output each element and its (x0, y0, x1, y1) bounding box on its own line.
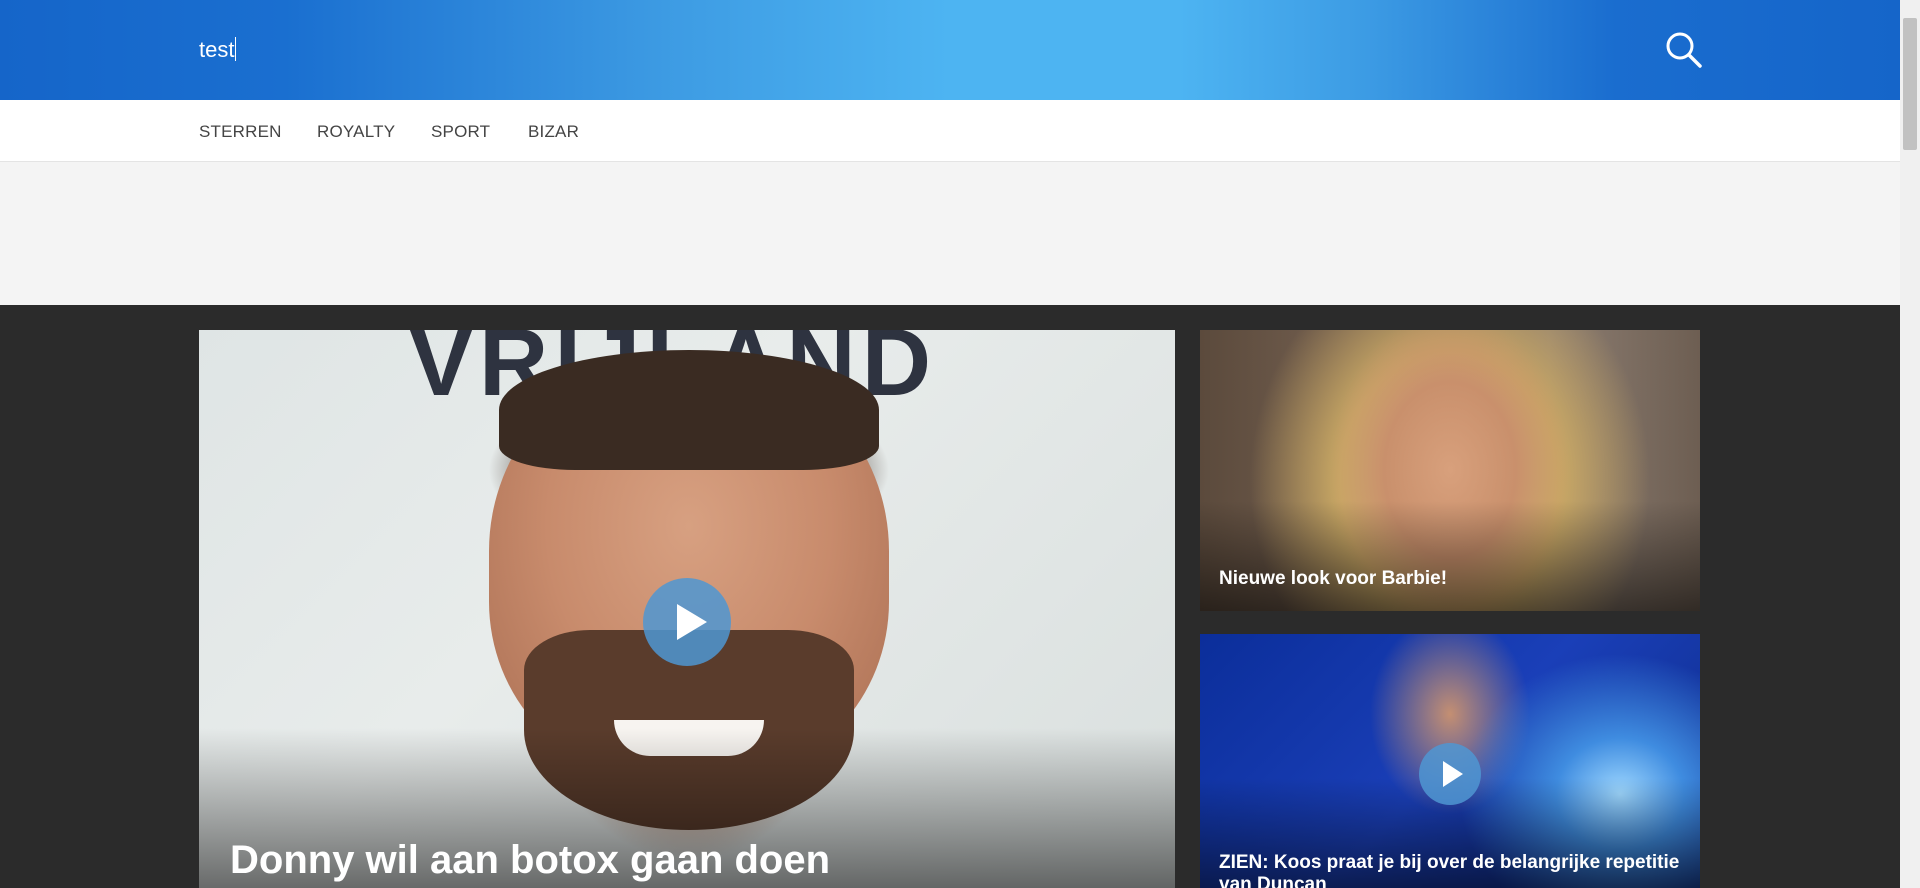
nav-item-bizar[interactable]: BIZAR (528, 122, 579, 142)
nav-item-sport[interactable]: SPORT (431, 122, 490, 142)
nav-item-sterren[interactable]: STERREN (199, 122, 282, 142)
side-article-1[interactable]: Nieuwe look voor Barbie! (1200, 330, 1700, 611)
side-article-title[interactable]: Nieuwe look voor Barbie! (1219, 568, 1689, 590)
search-icon[interactable] (1664, 30, 1704, 70)
title-gradient (1200, 501, 1700, 611)
text-caret (235, 37, 237, 61)
side-article-title[interactable]: ZIEN: Koos praat je bij over de belangri… (1219, 852, 1689, 888)
search-input-value: test (199, 37, 235, 62)
search-input[interactable]: test (199, 36, 237, 64)
category-nav: STERREN ROYALTY SPORT BIZAR (0, 100, 1900, 162)
featured-article-title[interactable]: Donny wil aan botox gaan doen (230, 838, 830, 883)
side-article-2[interactable]: ZIEN: Koos praat je bij over de belangri… (1200, 634, 1700, 888)
nav-item-royalty[interactable]: ROYALTY (317, 122, 395, 142)
featured-article-main[interactable]: VRIJLAND Donny wil aan botox gaan doen (199, 330, 1175, 888)
scrollbar-thumb[interactable] (1903, 18, 1917, 150)
play-icon[interactable] (1419, 743, 1481, 805)
play-icon[interactable] (643, 578, 731, 666)
top-search-bar: test (0, 0, 1900, 100)
ad-placeholder (0, 162, 1900, 305)
article-photo-detail (499, 350, 879, 470)
